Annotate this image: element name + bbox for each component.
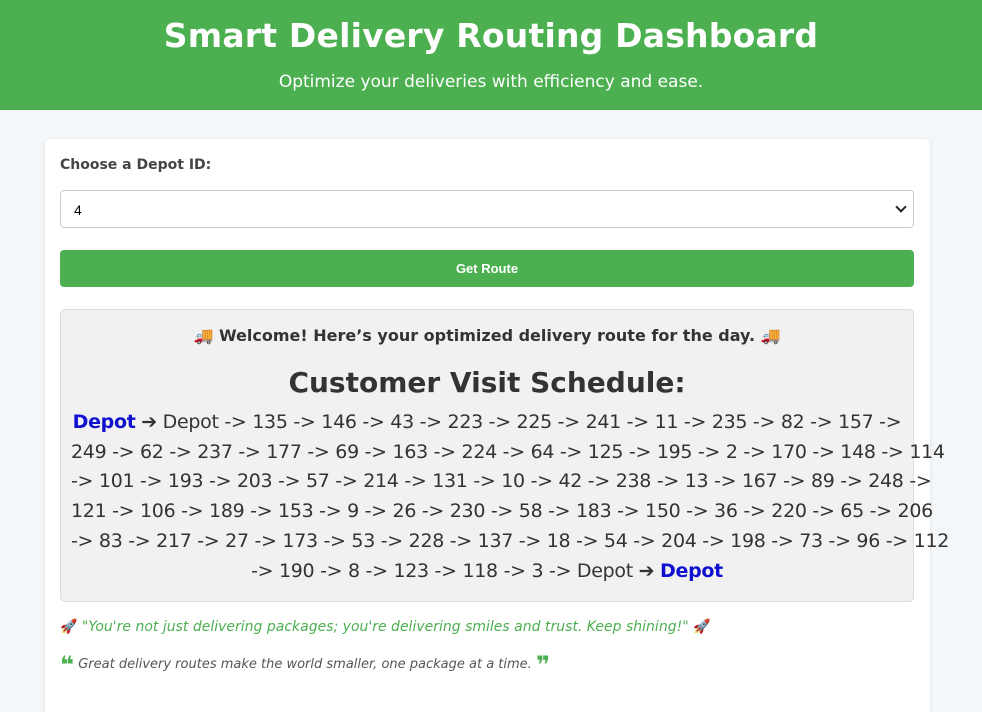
route-line: 121 -> 106 -> 189 -> 153 -> 9 -> 26 -> 2…	[71, 500, 933, 523]
motivation-text: "You're not just delivering packages; yo…	[81, 619, 689, 635]
page-title: Smart Delivery Routing Dashboard	[163, 16, 819, 55]
route-line-text: -> 190 -> 8 -> 123 -> 118 -> 3 -> Depot	[251, 559, 633, 582]
depot-select[interactable]: 4	[60, 190, 914, 228]
route-line-text: Depot -> 135 -> 146 -> 43 -> 223 -> 225 …	[162, 411, 902, 433]
motivation-message: 🚀 "You're not just delivering packages; …	[60, 619, 711, 635]
depot-start-tag: Depot	[72, 411, 136, 433]
route-line: 249 -> 62 -> 237 -> 177 -> 69 -> 163 -> …	[71, 440, 945, 463]
get-route-button[interactable]: Get Route	[60, 250, 914, 287]
chevron-down-icon	[895, 201, 907, 213]
route-result-panel: 🚚 Welcome! Here’s your optimized deliver…	[60, 309, 950, 602]
depot-label: Choose a Depot ID:	[60, 157, 212, 173]
depot-end-tag: Depot	[660, 559, 723, 582]
rocket-icon: 🚀	[60, 619, 78, 635]
truck-icon: 🚚	[193, 326, 214, 345]
quote-open-icon: ❝	[60, 651, 75, 679]
depot-select-value: 4	[74, 202, 82, 218]
quote-close-icon: ❞	[535, 651, 551, 679]
route-line: -> 83 -> 217 -> 27 -> 173 -> 53 -> 228 -…	[71, 529, 950, 552]
route-line: Depot ➔ Depot -> 135 -> 146 -> 43 -> 223…	[71, 408, 903, 438]
main-card: Choose a Depot ID: 4 Get Route 🚚 Welcome…	[45, 139, 950, 712]
page-subtitle: Optimize your deliveries with efficiency…	[278, 72, 704, 92]
schedule-title: Customer Visit Schedule:	[288, 366, 686, 399]
footer-quote: ❝ Great delivery routes make the world s…	[60, 653, 550, 677]
route-line: -> 190 -> 8 -> 123 -> 118 -> 3 -> Depot …	[71, 557, 903, 587]
welcome-text: Welcome! Here’s your optimized delivery …	[218, 326, 756, 345]
truck-icon: 🚚	[760, 326, 781, 345]
rocket-icon: 🚀	[693, 619, 711, 635]
welcome-message: 🚚 Welcome! Here’s your optimized deliver…	[61, 326, 913, 345]
route-line: -> 101 -> 193 -> 203 -> 57 -> 214 -> 131…	[71, 470, 932, 493]
quote-text: Great delivery routes make the world sma…	[78, 657, 532, 672]
arrow-icon: ➔	[141, 411, 157, 433]
route-sequence: Depot ➔ Depot -> 135 -> 146 -> 43 -> 223…	[71, 408, 950, 587]
page-header: Smart Delivery Routing Dashboard Optimiz…	[0, 0, 982, 110]
arrow-icon: ➔	[638, 559, 655, 582]
